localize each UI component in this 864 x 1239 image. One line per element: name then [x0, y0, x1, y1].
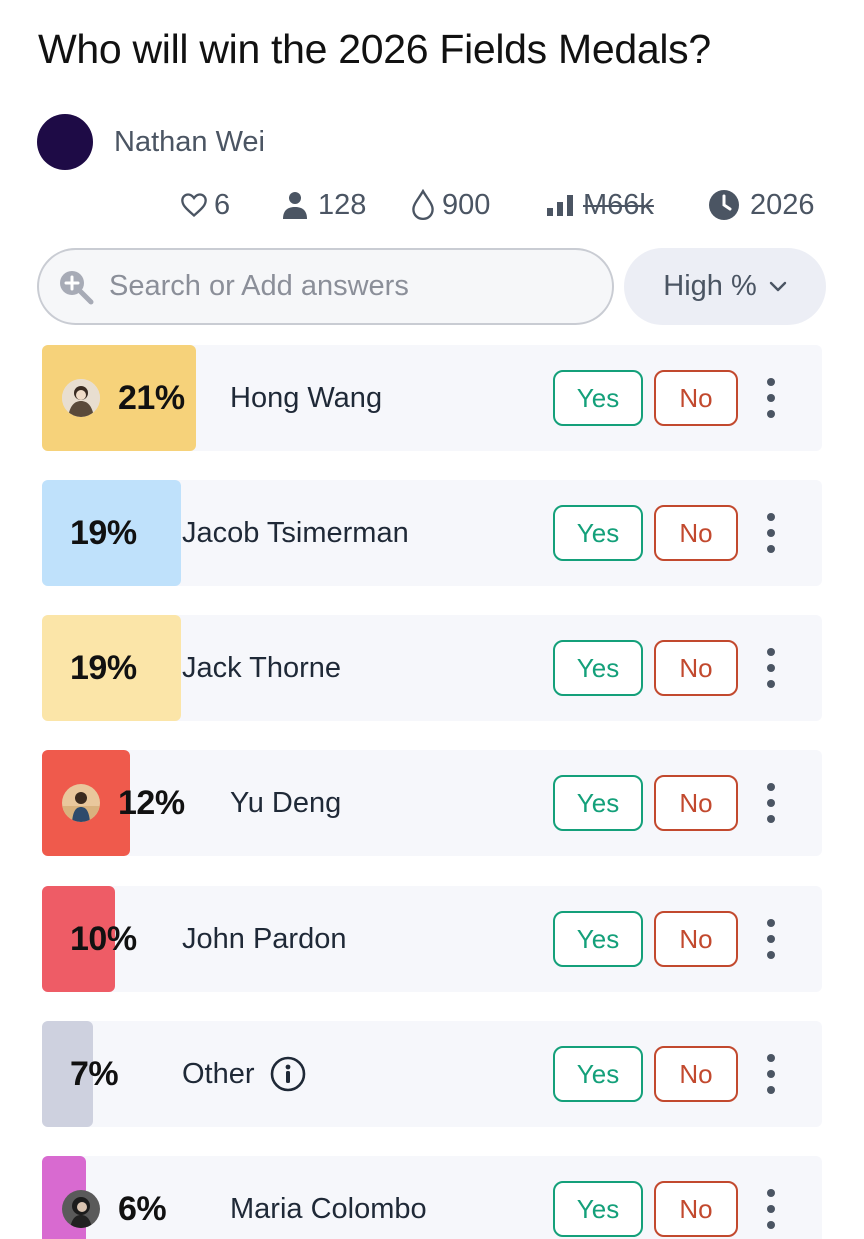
answer-avatar: [62, 379, 100, 417]
answer-probability: 10%: [70, 920, 137, 958]
no-button[interactable]: No: [654, 1046, 738, 1102]
no-button[interactable]: No: [654, 911, 738, 967]
no-button[interactable]: No: [654, 1181, 738, 1237]
answer-avatar: [62, 784, 100, 822]
no-button[interactable]: No: [654, 775, 738, 831]
close-date-stat[interactable]: 2026: [708, 186, 815, 224]
clock-icon: [709, 190, 739, 220]
search-plus-icon: [60, 270, 94, 304]
answer-row: 6% Maria Colombo Yes No: [42, 1156, 822, 1239]
heart-icon: [181, 193, 207, 218]
traders-count: 128: [318, 188, 367, 221]
volume-value: M66k: [583, 188, 654, 221]
yes-button[interactable]: Yes: [553, 1046, 643, 1102]
market-title: Who will win the 2026 Fields Medals?: [38, 26, 711, 72]
answer-row: 12% Yu Deng Yes No: [42, 750, 822, 856]
author-name[interactable]: Nathan Wei: [114, 126, 265, 159]
answer-name[interactable]: John Pardon: [182, 886, 346, 992]
answer-avatar: [62, 1190, 100, 1228]
close-year: 2026: [750, 188, 815, 221]
answer-name[interactable]: Maria Colombo: [230, 1156, 427, 1239]
sort-dropdown[interactable]: High %: [624, 248, 826, 325]
answer-row: 10% John Pardon Yes No: [42, 886, 822, 992]
answer-row: 21% Hong Wang Yes No: [42, 345, 822, 451]
yes-button[interactable]: Yes: [553, 505, 643, 561]
more-options-icon[interactable]: [759, 1054, 783, 1094]
liquidity-value: 900: [442, 188, 491, 221]
yes-button[interactable]: Yes: [553, 911, 643, 967]
search-input[interactable]: [109, 270, 589, 303]
traders-stat: 128: [282, 186, 366, 224]
answer-probability: 7%: [70, 1055, 119, 1093]
likes-count: 6: [214, 188, 231, 221]
avatar[interactable]: [37, 114, 93, 170]
more-options-icon[interactable]: [759, 919, 783, 959]
answer-probability: 19%: [70, 649, 137, 687]
answer-row: 19% Jack Thorne Yes No: [42, 615, 822, 721]
search-bar[interactable]: [37, 248, 614, 325]
more-options-icon[interactable]: [759, 648, 783, 688]
answer-row: 19% Jacob Tsimerman Yes No: [42, 480, 822, 586]
no-button[interactable]: No: [654, 505, 738, 561]
info-icon[interactable]: [269, 1055, 307, 1093]
yes-button[interactable]: Yes: [553, 640, 643, 696]
more-options-icon[interactable]: [759, 1189, 783, 1229]
more-options-icon[interactable]: [759, 378, 783, 418]
answer-name[interactable]: Jack Thorne: [182, 615, 341, 721]
market-stats: 6 128 900 M66k 2026: [0, 186, 864, 224]
user-icon: [283, 192, 307, 219]
answer-probability: 19%: [70, 514, 137, 552]
sort-label: High %: [663, 270, 757, 302]
volume-stat: M66k: [546, 186, 654, 224]
answer-name-wrapper[interactable]: Other: [182, 1021, 307, 1127]
more-options-icon[interactable]: [759, 513, 783, 553]
likes-stat[interactable]: 6: [180, 186, 230, 224]
yes-button[interactable]: Yes: [553, 775, 643, 831]
bar-chart-icon: [547, 195, 573, 216]
author[interactable]: Nathan Wei: [37, 114, 265, 170]
answer-name[interactable]: Other: [182, 1021, 255, 1127]
answer-probability: 6%: [118, 1190, 167, 1228]
more-options-icon[interactable]: [759, 783, 783, 823]
answer-name[interactable]: Hong Wang: [230, 345, 382, 451]
no-button[interactable]: No: [654, 370, 738, 426]
no-button[interactable]: No: [654, 640, 738, 696]
answer-row: 7% Other Yes No: [42, 1021, 822, 1127]
answer-name[interactable]: Jacob Tsimerman: [182, 480, 409, 586]
droplet-icon: [412, 189, 434, 221]
yes-button[interactable]: Yes: [553, 370, 643, 426]
liquidity-stat: 900: [410, 186, 490, 224]
answer-name[interactable]: Yu Deng: [230, 750, 341, 856]
yes-button[interactable]: Yes: [553, 1181, 643, 1237]
chevron-down-icon: [769, 281, 786, 291]
answer-probability: 21%: [118, 379, 185, 417]
answer-probability: 12%: [118, 784, 185, 822]
